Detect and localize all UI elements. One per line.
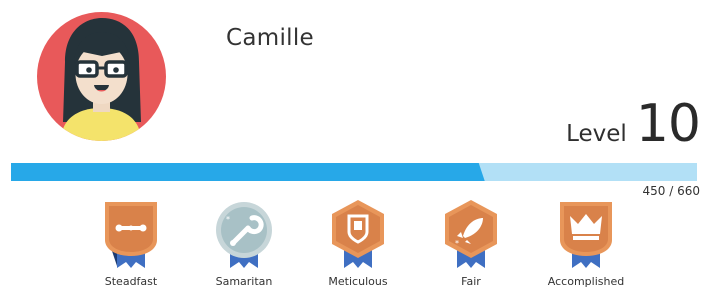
level-display: Level 10 <box>566 94 701 154</box>
badge-label: Samaritan <box>215 275 273 288</box>
badge-meticulous[interactable]: Meticulous <box>303 196 413 288</box>
badge-label: Steadfast <box>104 275 158 288</box>
badge-label: Accomplished <box>547 275 625 288</box>
svg-text:*: * <box>455 239 459 248</box>
level-label: Level <box>566 121 627 147</box>
badge-label: Meticulous <box>328 275 388 288</box>
badge-accomplished[interactable]: Accomplished <box>531 196 641 288</box>
shield-emblem-icon <box>332 200 384 268</box>
chain-link-icon <box>105 202 157 268</box>
xp-progress-fill <box>11 163 485 181</box>
crown-icon <box>560 202 612 268</box>
badge-list: Steadfast * Samaritan Meticulous * Fair … <box>0 196 706 296</box>
username: Camille <box>226 25 314 51</box>
wrench-icon: * <box>216 202 272 268</box>
badge-fair[interactable]: * Fair <box>416 196 526 288</box>
avatar-girl-glasses-icon <box>37 12 166 141</box>
xp-progress-bar <box>11 163 697 181</box>
badge-label: Fair <box>461 275 481 288</box>
avatar <box>37 12 166 141</box>
level-value: 10 <box>635 94 701 154</box>
badge-steadfast[interactable]: Steadfast <box>76 196 186 288</box>
rocket-icon: * <box>445 200 497 268</box>
badge-samaritan[interactable]: * Samaritan <box>189 196 299 288</box>
svg-text:*: * <box>226 215 230 224</box>
